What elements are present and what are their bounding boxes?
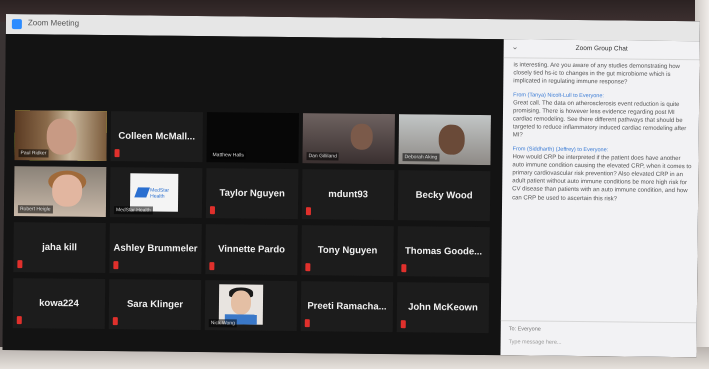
- chat-header: ⌄ Zoom Group Chat: [503, 39, 700, 61]
- participant-tile[interactable]: Tony Nguyen: [301, 225, 394, 277]
- participant-name-tag: Matthew Halls: [210, 151, 246, 160]
- gallery-view: Paul Ridker Colleen McMall... Matthew Hall…: [2, 33, 504, 356]
- participant-name-tag: Nick Wong: [208, 319, 237, 328]
- muted-mic-icon: [401, 264, 407, 273]
- participant-tile[interactable]: Vinnette Pardo: [205, 224, 298, 276]
- chat-message-text: How would CRP be interpreted if the pati…: [512, 153, 692, 203]
- participant-name: Becky Wood: [415, 189, 473, 202]
- muted-mic-icon: [112, 317, 118, 326]
- participant-tile[interactable]: Preeti Ramacha...: [300, 281, 394, 333]
- participant-name: jaha kill: [42, 241, 78, 254]
- participant-name: mdunt93: [328, 188, 368, 201]
- participant-name: Colleen McMall...: [118, 130, 196, 143]
- participant-name: Preeti Ramacha...: [307, 300, 387, 313]
- muted-mic-icon: [305, 263, 311, 272]
- participant-tile[interactable]: Matthew Halls: [206, 112, 299, 164]
- participant-tile[interactable]: Paul Ridker: [14, 110, 107, 162]
- participant-face: [438, 124, 465, 155]
- muted-mic-icon: [305, 207, 311, 216]
- chat-title: Zoom Group Chat: [575, 44, 628, 53]
- muted-mic-icon: [304, 319, 310, 328]
- participant-tile[interactable]: Deborah Aking: [398, 114, 491, 166]
- participant-tile[interactable]: John McKeown: [396, 282, 490, 334]
- chat-message: From (Siddharth) (Jeffrey) to Everyone: …: [512, 146, 693, 204]
- muted-mic-icon: [16, 316, 22, 325]
- participant-tile[interactable]: MedStar Health MedStar Health: [109, 167, 203, 219]
- participant-tile[interactable]: Sara Klinger: [108, 279, 202, 331]
- muted-mic-icon: [113, 261, 119, 270]
- participant-name: kowa224: [39, 297, 79, 310]
- participant-tile[interactable]: Colleen McMall...: [110, 111, 203, 163]
- participant-tile[interactable]: Becky Wood: [397, 170, 491, 222]
- muted-mic-icon: [17, 260, 23, 269]
- participant-name: Taylor Nguyen: [219, 187, 285, 200]
- profile-photo-face: [230, 290, 252, 315]
- participant-tile[interactable]: kowa224: [12, 278, 106, 330]
- chat-input[interactable]: Type message here...: [509, 339, 562, 346]
- group-chat-panel: ⌄ Zoom Group Chat is interesting. Are yo…: [500, 39, 700, 358]
- logo-mark-icon: [134, 187, 151, 198]
- participant-name: Ashley Brummeler: [113, 242, 198, 255]
- participant-name-tag: Dan Gilliland: [306, 152, 339, 161]
- chat-message-text: is interesting. Are you aware of any stu…: [513, 62, 680, 86]
- chat-message: From (Tanya) Nicolt-Lull to Everyone: Gr…: [513, 92, 693, 142]
- logo-text: MedStar Health: [150, 187, 170, 200]
- participant-tile[interactable]: mdunt93: [301, 169, 395, 221]
- chat-messages: is interesting. Are you aware of any stu…: [512, 61, 693, 204]
- chat-composer: To: Everyone Type message here...: [500, 320, 697, 358]
- muted-mic-icon: [400, 320, 406, 329]
- zoom-window: Zoom Meeting Paul Ridker Colleen McMall..…: [2, 14, 700, 358]
- participant-tile[interactable]: Dan Gilliland: [302, 113, 395, 165]
- participant-name-tag: Paul Ridker: [18, 149, 49, 158]
- participant-tile[interactable]: Nick Wong: [204, 280, 298, 332]
- participant-tile[interactable]: Ashley Brummeler: [109, 223, 202, 275]
- muted-mic-icon: [209, 262, 215, 271]
- muted-mic-icon: [209, 206, 215, 215]
- participant-name: John McKeown: [408, 301, 478, 314]
- participant-tile[interactable]: Robert Heigle: [13, 166, 107, 218]
- participant-name: Thomas Goode...: [404, 245, 483, 258]
- participant-face: [46, 118, 77, 155]
- recipient-select[interactable]: To: Everyone: [509, 326, 541, 332]
- participant-tile[interactable]: Thomas Goode...: [397, 226, 490, 278]
- participant-name: Tony Nguyen: [317, 244, 378, 257]
- window-title: Zoom Meeting: [27, 18, 80, 28]
- participant-name-tag: MedStar Health: [113, 206, 153, 215]
- participant-name-tag: Deborah Aking: [402, 153, 440, 162]
- participant-name: Sara Klinger: [126, 298, 184, 311]
- participant-name: Vinnette Pardo: [218, 243, 286, 256]
- participant-tile[interactable]: Taylor Nguyen: [205, 168, 299, 220]
- participant-face: [350, 123, 373, 150]
- participant-tile[interactable]: jaha kill: [13, 222, 106, 274]
- participant-face: [51, 174, 83, 207]
- muted-mic-icon: [114, 149, 120, 158]
- zoom-app-icon: [11, 19, 22, 30]
- participant-name-tag: Robert Heigle: [17, 205, 53, 214]
- chat-message-text: Great call. The data on atherosclerosis …: [512, 99, 687, 139]
